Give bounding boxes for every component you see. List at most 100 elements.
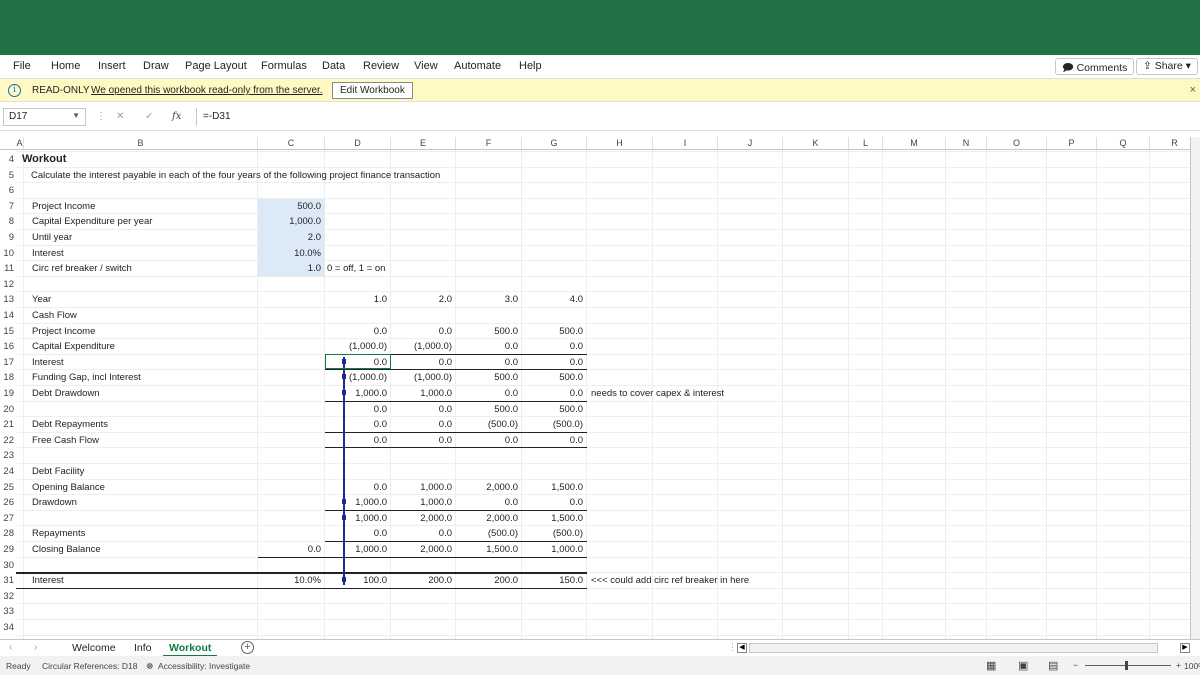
tab-workout[interactable]: Workout — [163, 641, 218, 657]
facility-value[interactable]: 1,000.0 — [325, 544, 387, 555]
row-header-7[interactable]: 7 — [0, 201, 16, 212]
vertical-scrollbar[interactable] — [1190, 137, 1200, 639]
input-label[interactable]: Interest — [32, 248, 64, 259]
facility-value[interactable]: 0.0 — [325, 482, 387, 493]
column-header-k[interactable]: K — [783, 137, 849, 149]
row-header-22[interactable]: 22 — [0, 435, 16, 446]
row-header-33[interactable]: 33 — [0, 606, 16, 617]
check-icon[interactable]: ✓ — [145, 111, 153, 122]
zoom-out-icon[interactable]: − — [1073, 660, 1078, 670]
facility-value[interactable]: 1,000.0 — [325, 513, 387, 524]
row-header-10[interactable]: 10 — [0, 248, 16, 259]
menu-help[interactable]: Help — [519, 60, 542, 72]
cash-flow-row-label[interactable]: Debt Repayments — [32, 419, 108, 430]
page-break-view-icon[interactable]: ▤ — [1048, 659, 1058, 672]
interest-value[interactable]: 200.0 — [391, 575, 452, 586]
share-button[interactable]: ⇪ Share ▾ — [1136, 58, 1198, 75]
column-header-p[interactable]: P — [1047, 137, 1097, 149]
cash-flow-value[interactable]: 0.0 — [456, 435, 518, 446]
input-label[interactable]: Circ ref breaker / switch — [32, 263, 132, 274]
year-value[interactable]: 3.0 — [456, 294, 518, 305]
edit-workbook-button[interactable]: Edit Workbook — [332, 82, 413, 99]
close-icon[interactable]: × — [1190, 84, 1196, 96]
facility-row-label[interactable]: Repayments — [32, 528, 85, 539]
row-header-12[interactable]: 12 — [0, 279, 16, 290]
row-header-32[interactable]: 32 — [0, 591, 16, 602]
menu-page-layout[interactable]: Page Layout — [185, 60, 247, 72]
interest-row-label[interactable]: Interest — [32, 575, 64, 586]
zoom-slider-thumb[interactable] — [1125, 661, 1128, 670]
tab-info[interactable]: Info — [128, 641, 158, 655]
row-header-26[interactable]: 26 — [0, 497, 16, 508]
interest-value[interactable]: 100.0 — [325, 575, 387, 586]
cash-flow-value[interactable]: 0.0 — [522, 357, 583, 368]
row-header-15[interactable]: 15 — [0, 326, 16, 337]
column-header-j[interactable]: J — [718, 137, 783, 149]
cash-flow-value[interactable]: 0.0 — [522, 388, 583, 399]
input-label[interactable]: Project Income — [32, 201, 95, 212]
cash-flow-value[interactable]: 500.0 — [522, 404, 583, 415]
cash-flow-row-label[interactable]: Project Income — [32, 326, 95, 337]
function-icon[interactable]: fx — [172, 111, 181, 122]
cash-flow-value[interactable]: 0.0 — [325, 326, 387, 337]
cash-flow-value[interactable]: 0.0 — [325, 419, 387, 430]
cash-flow-value[interactable]: 0.0 — [456, 341, 518, 352]
menu-insert[interactable]: Insert — [98, 60, 126, 72]
cash-flow-value[interactable]: 0.0 — [391, 435, 452, 446]
row-header-8[interactable]: 8 — [0, 216, 16, 227]
cash-flow-value[interactable]: (1,000.0) — [325, 341, 387, 352]
circ-ref-note[interactable]: <<< could add circ ref breaker in here — [591, 575, 749, 586]
column-header-g[interactable]: G — [522, 137, 587, 149]
switch-note[interactable]: 0 = off, 1 = on — [327, 263, 385, 274]
column-header-m[interactable]: M — [883, 137, 946, 149]
row-header-23[interactable]: 23 — [0, 450, 16, 461]
column-header-q[interactable]: Q — [1097, 137, 1150, 149]
cancel-icon[interactable]: ✕ — [116, 111, 124, 122]
menu-home[interactable]: Home — [51, 60, 80, 72]
column-header-d[interactable]: D — [325, 137, 391, 149]
interest-value[interactable]: 150.0 — [522, 575, 583, 586]
facility-value[interactable]: 1,000.0 — [522, 544, 583, 555]
cash-flow-value[interactable]: 0.0 — [522, 341, 583, 352]
row-header-6[interactable]: 6 — [0, 185, 16, 196]
row-header-16[interactable]: 16 — [0, 341, 16, 352]
menu-file[interactable]: File — [13, 60, 31, 72]
year-value[interactable]: 2.0 — [391, 294, 452, 305]
row-header-17[interactable]: 17 — [0, 357, 16, 368]
cash-flow-value[interactable]: 0.0 — [391, 419, 452, 430]
cash-flow-value[interactable]: 0.0 — [325, 435, 387, 446]
add-sheet-icon[interactable]: + — [241, 641, 254, 654]
status-accessibility[interactable]: Accessibility: Investigate — [158, 661, 250, 671]
column-header-b[interactable]: B — [24, 137, 258, 149]
input-value[interactable]: 500.0 — [258, 201, 321, 212]
row-header-28[interactable]: 28 — [0, 528, 16, 539]
row-header-19[interactable]: 19 — [0, 388, 16, 399]
horizontal-scrollbar[interactable] — [749, 643, 1158, 653]
facility-value[interactable]: 1,000.0 — [325, 497, 387, 508]
scroll-left-icon[interactable]: ◀ — [737, 643, 747, 653]
row-header-29[interactable]: 29 — [0, 544, 16, 555]
facility-value[interactable]: (500.0) — [522, 528, 583, 539]
cash-flow-value[interactable]: 500.0 — [522, 372, 583, 383]
facility-value[interactable]: (500.0) — [456, 528, 518, 539]
facility-value[interactable]: 1,500.0 — [522, 482, 583, 493]
cash-flow-value[interactable]: 0.0 — [391, 326, 452, 337]
facility-value[interactable]: 0.0 — [456, 497, 518, 508]
input-value[interactable]: 2.0 — [258, 232, 321, 243]
row-header-14[interactable]: 14 — [0, 310, 16, 321]
name-box[interactable]: D17 ▼ — [3, 108, 86, 126]
input-label[interactable]: Capital Expenditure per year — [32, 216, 152, 227]
year-value[interactable]: 1.0 — [325, 294, 387, 305]
year-label[interactable]: Year — [32, 294, 51, 305]
column-header-h[interactable]: H — [587, 137, 653, 149]
row-header-20[interactable]: 20 — [0, 404, 16, 415]
row-header-4[interactable]: 4 — [0, 154, 16, 165]
row-header-11[interactable]: 11 — [0, 263, 16, 274]
facility-value[interactable]: 2,000.0 — [391, 544, 452, 555]
facility-row-label[interactable]: Opening Balance — [32, 482, 105, 493]
cash-flow-value[interactable]: 0.0 — [391, 357, 452, 368]
page-layout-view-icon[interactable]: ▣ — [1018, 659, 1028, 672]
cash-flow-value[interactable]: 0.0 — [456, 388, 518, 399]
readonly-message-link[interactable]: We opened this workbook read-only from t… — [91, 85, 323, 96]
interest-rate-value[interactable]: 10.0% — [258, 575, 321, 586]
